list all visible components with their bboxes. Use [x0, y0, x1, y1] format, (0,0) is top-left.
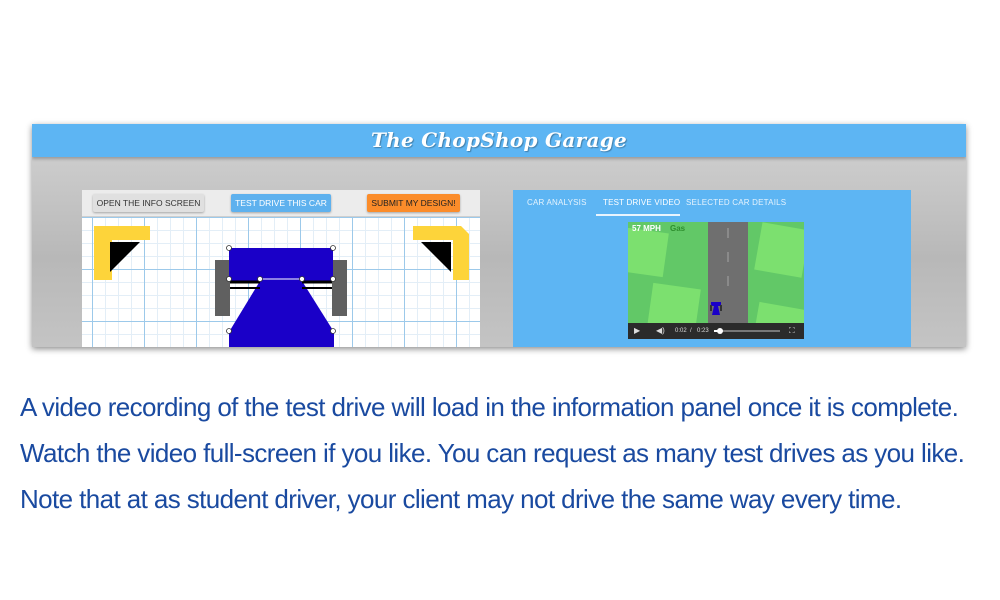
- current-time: 0:02: [675, 328, 687, 334]
- right-rear-wheel: [332, 260, 347, 316]
- video-seek-bar[interactable]: [714, 328, 780, 334]
- design-canvas[interactable]: OPEN THE INFO SCREEN TEST DRIVE THIS CAR…: [82, 190, 480, 347]
- app-header: The ChopShop Garage: [32, 124, 966, 157]
- test-car-icon: [710, 302, 722, 315]
- speed-readout: 57 MPH: [632, 224, 661, 233]
- grass-block: [754, 222, 804, 278]
- volume-icon[interactable]: ◀): [656, 323, 665, 339]
- car-roof: [229, 248, 333, 281]
- video-controls: ▶ ◀) 0:02 / 0:23 ⛶: [628, 323, 804, 339]
- play-icon[interactable]: ▶: [634, 323, 640, 339]
- app-screenshot: The ChopShop Garage OPEN THE INFO SCREEN…: [32, 124, 966, 347]
- info-panel: CAR ANALYSIS TEST DRIVE VIDEO SELECTED C…: [513, 190, 911, 347]
- caption-line: Watch the video full-screen if you like.…: [20, 438, 965, 468]
- car-body: [229, 281, 334, 347]
- time-separator: /: [690, 328, 692, 334]
- lane-marking: [727, 228, 729, 238]
- lane-marking: [727, 276, 729, 286]
- lane-marking: [727, 252, 729, 262]
- tab-test-drive-video[interactable]: TEST DRIVE VIDEO: [603, 198, 680, 207]
- fullscreen-icon[interactable]: ⛶: [789, 323, 795, 339]
- tab-car-analysis[interactable]: CAR ANALYSIS: [527, 198, 587, 207]
- caption-line: Note that at as student driver, your cli…: [20, 484, 902, 514]
- tab-selected-car-details[interactable]: SELECTED CAR DETAILS: [686, 198, 786, 207]
- gas-readout: Gas: [670, 224, 686, 233]
- car-design[interactable]: [82, 190, 480, 347]
- duration: 0:23: [697, 328, 709, 334]
- left-rear-wheel: [215, 260, 230, 316]
- seek-handle[interactable]: [716, 328, 723, 334]
- caption-line: A video recording of the test drive will…: [20, 392, 959, 422]
- app-title: The ChopShop Garage: [370, 128, 628, 152]
- active-tab-indicator: [596, 214, 680, 216]
- test-drive-video-player[interactable]: 57 MPH Gas ▶ ◀) 0:02 / 0:23 ⛶: [628, 222, 804, 339]
- grass-block: [628, 226, 669, 278]
